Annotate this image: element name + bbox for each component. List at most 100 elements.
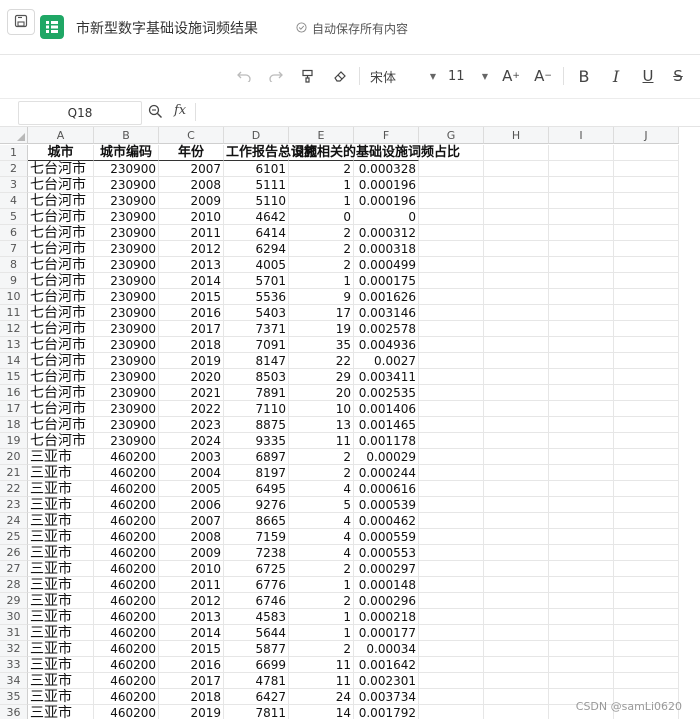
table-cell[interactable]: 2018 [159,337,224,353]
table-cell[interactable]: 22 [289,353,354,369]
table-cell[interactable]: 7110 [224,401,289,417]
table-cell[interactable]: 三亚市 [28,641,94,657]
table-cell[interactable]: 230900 [94,305,159,321]
table-cell[interactable]: 0.001406 [354,401,419,417]
table-cell[interactable]: 三亚市 [28,657,94,673]
table-cell[interactable]: 7891 [224,385,289,401]
row-header[interactable]: 25 [0,529,28,545]
undo-icon[interactable] [234,65,254,87]
table-cell[interactable]: 8875 [224,417,289,433]
empty-cell[interactable] [614,625,679,641]
home-button[interactable] [7,9,35,35]
empty-cell[interactable] [419,145,484,161]
table-cell[interactable]: 230900 [94,225,159,241]
table-cell[interactable]: 2008 [159,529,224,545]
table-cell[interactable]: 230900 [94,289,159,305]
table-cell[interactable]: 七台河市 [28,257,94,273]
empty-cell[interactable] [614,145,679,161]
table-cell[interactable]: 2017 [159,673,224,689]
table-cell[interactable]: 2021 [159,385,224,401]
table-cell[interactable]: 0.003146 [354,305,419,321]
empty-cell[interactable] [549,337,614,353]
table-cell[interactable]: 三亚市 [28,481,94,497]
empty-cell[interactable] [419,625,484,641]
table-cell[interactable]: 460200 [94,577,159,593]
empty-cell[interactable] [419,449,484,465]
table-cell[interactable]: 1 [289,625,354,641]
table-cell[interactable]: 4 [289,529,354,545]
table-cell[interactable]: 0.002301 [354,673,419,689]
empty-cell[interactable] [614,161,679,177]
table-cell[interactable]: 0.000148 [354,577,419,593]
table-cell[interactable]: 0.001465 [354,417,419,433]
table-cell[interactable]: 4 [289,513,354,529]
empty-cell[interactable] [549,369,614,385]
table-cell[interactable]: 0.000296 [354,593,419,609]
empty-cell[interactable] [484,209,549,225]
table-cell[interactable]: 6746 [224,593,289,609]
table-cell[interactable]: 七台河市 [28,161,94,177]
empty-cell[interactable] [419,161,484,177]
empty-cell[interactable] [549,177,614,193]
empty-cell[interactable] [484,577,549,593]
table-cell[interactable]: 2010 [159,209,224,225]
empty-cell[interactable] [419,385,484,401]
table-cell[interactable]: 2003 [159,449,224,465]
row-header[interactable]: 2 [0,161,28,177]
row-header[interactable]: 12 [0,321,28,337]
empty-cell[interactable] [419,545,484,561]
table-cell[interactable]: 2011 [159,577,224,593]
table-cell[interactable]: 2 [289,449,354,465]
table-cell[interactable]: 2005 [159,481,224,497]
table-cell[interactable]: 13 [289,417,354,433]
table-cell[interactable]: 8503 [224,369,289,385]
empty-cell[interactable] [484,689,549,705]
table-cell[interactable]: 230900 [94,385,159,401]
table-cell[interactable]: 0.00034 [354,641,419,657]
header-cell[interactable]: 工作报告总词频 [224,145,317,161]
empty-cell[interactable] [549,609,614,625]
table-cell[interactable]: 七台河市 [28,337,94,353]
row-header[interactable]: 5 [0,209,28,225]
empty-cell[interactable] [419,673,484,689]
empty-cell[interactable] [484,401,549,417]
table-cell[interactable]: 三亚市 [28,609,94,625]
table-cell[interactable]: 460200 [94,449,159,465]
empty-cell[interactable] [484,433,549,449]
empty-cell[interactable] [484,337,549,353]
table-cell[interactable]: 5644 [224,625,289,641]
empty-cell[interactable] [614,513,679,529]
table-cell[interactable]: 1 [289,609,354,625]
empty-cell[interactable] [614,385,679,401]
table-cell[interactable]: 460200 [94,529,159,545]
empty-cell[interactable] [614,257,679,273]
table-cell[interactable]: 2015 [159,289,224,305]
table-cell[interactable]: 2008 [159,177,224,193]
empty-cell[interactable] [549,593,614,609]
bold-button[interactable]: B [574,65,594,87]
column-header-a[interactable]: A [28,127,94,144]
empty-cell[interactable] [419,513,484,529]
table-cell[interactable]: 0.0027 [354,353,419,369]
empty-cell[interactable] [484,545,549,561]
empty-cell[interactable] [484,609,549,625]
empty-cell[interactable] [549,305,614,321]
header-cell[interactable]: 城市编码 [94,145,159,161]
empty-cell[interactable] [484,705,549,719]
row-header[interactable]: 6 [0,225,28,241]
table-cell[interactable]: 11 [289,433,354,449]
empty-cell[interactable] [419,401,484,417]
row-header[interactable]: 31 [0,625,28,641]
font-family-select[interactable]: 宋体 ▼ [370,65,436,87]
table-cell[interactable]: 460200 [94,497,159,513]
increase-font-icon[interactable]: A + [500,65,522,87]
empty-cell[interactable] [549,145,614,161]
empty-cell[interactable] [419,417,484,433]
empty-cell[interactable] [549,161,614,177]
empty-cell[interactable] [549,465,614,481]
empty-cell[interactable] [419,657,484,673]
empty-cell[interactable] [614,209,679,225]
table-cell[interactable]: 2007 [159,161,224,177]
empty-cell[interactable] [484,321,549,337]
empty-cell[interactable] [614,353,679,369]
